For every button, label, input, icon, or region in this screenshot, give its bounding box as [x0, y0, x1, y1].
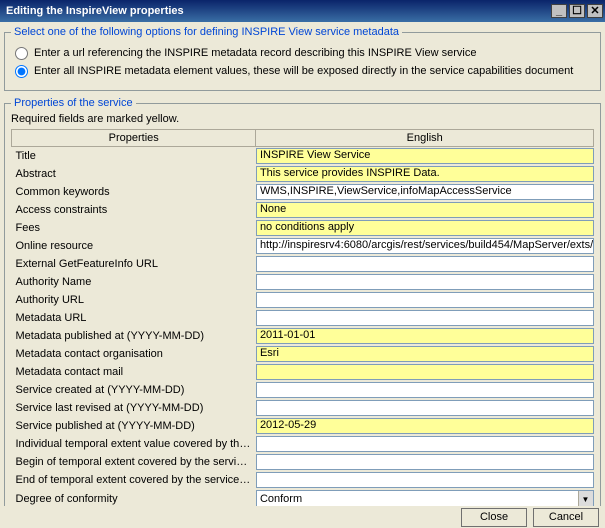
property-value[interactable]: http://inspiresrv4:6080/arcgis/rest/serv…	[256, 238, 594, 254]
property-label: Authority URL	[12, 291, 256, 309]
option-url-label: Enter a url referencing the INSPIRE meta…	[34, 47, 476, 59]
table-row: Online resourcehttp://inspiresrv4:6080/a…	[12, 237, 594, 255]
option-enter-all-radio[interactable]	[15, 65, 28, 78]
minimize-icon: _	[556, 6, 562, 17]
table-row: Metadata contact mail	[12, 363, 594, 381]
required-note: Required fields are marked yellow.	[11, 113, 594, 125]
property-value[interactable]: INSPIRE View Service	[256, 148, 594, 164]
property-value[interactable]	[256, 454, 594, 470]
property-label: Metadata published at (YYYY-MM-DD)	[12, 327, 256, 345]
table-row: End of temporal extent covered by the se…	[12, 471, 594, 489]
property-value[interactable]	[256, 256, 594, 272]
property-value[interactable]	[256, 472, 594, 488]
property-label: Service last revised at (YYYY-MM-DD)	[12, 399, 256, 417]
maximize-button[interactable]: ☐	[569, 4, 585, 18]
property-label: Degree of conformity	[12, 489, 256, 506]
properties-table: Properties English TitleINSPIRE View Ser…	[11, 129, 594, 506]
properties-group: Properties of the service Required field…	[4, 97, 601, 506]
table-row: Individual temporal extent value covered…	[12, 435, 594, 453]
property-value[interactable]	[256, 382, 594, 398]
property-label: Access constraints	[12, 201, 256, 219]
property-value[interactable]: 2011-01-01	[256, 328, 594, 344]
option-group: Select one of the following options for …	[4, 26, 601, 91]
window-title: Editing the InspireView properties	[2, 5, 549, 17]
property-label: Metadata contact organisation	[12, 345, 256, 363]
option-url-radio[interactable]	[15, 47, 28, 60]
property-value[interactable]: None	[256, 202, 594, 218]
minimize-button[interactable]: _	[551, 4, 567, 18]
properties-col1: Properties	[12, 130, 256, 147]
table-row: Authority URL	[12, 291, 594, 309]
table-row: Begin of temporal extent covered by the …	[12, 453, 594, 471]
table-row: AbstractThis service provides INSPIRE Da…	[12, 165, 594, 183]
property-label: Individual temporal extent value covered…	[12, 435, 256, 453]
table-row: Metadata contact organisationEsri	[12, 345, 594, 363]
close-window-button[interactable]: ✕	[587, 4, 603, 18]
option-enter-all-label: Enter all INSPIRE metadata element value…	[34, 65, 573, 77]
chevron-down-icon: ▼	[578, 491, 593, 506]
property-value[interactable]	[256, 364, 594, 380]
property-label: Common keywords	[12, 183, 256, 201]
property-label: External GetFeatureInfo URL	[12, 255, 256, 273]
dialog-footer: Close Cancel	[0, 506, 605, 528]
table-row: Authority Name	[12, 273, 594, 291]
property-label: End of temporal extent covered by the se…	[12, 471, 256, 489]
property-label: Abstract	[12, 165, 256, 183]
property-label: Metadata contact mail	[12, 363, 256, 381]
table-row: Common keywordsWMS,INSPIRE,ViewService,i…	[12, 183, 594, 201]
client-area: Select one of the following options for …	[0, 22, 605, 506]
property-value[interactable]	[256, 274, 594, 290]
property-value[interactable]: 2012-05-29	[256, 418, 594, 434]
property-label: Begin of temporal extent covered by the …	[12, 453, 256, 471]
table-row: Service last revised at (YYYY-MM-DD)	[12, 399, 594, 417]
property-label: Service created at (YYYY-MM-DD)	[12, 381, 256, 399]
conformity-select[interactable]: Conform▼	[256, 490, 594, 506]
table-row: Degree of conformityConform▼	[12, 489, 594, 506]
table-row: TitleINSPIRE View Service	[12, 147, 594, 166]
table-row: Service created at (YYYY-MM-DD)	[12, 381, 594, 399]
properties-col2: English	[256, 130, 594, 147]
property-label: Title	[12, 147, 256, 166]
property-value[interactable]	[256, 436, 594, 452]
property-label: Metadata URL	[12, 309, 256, 327]
property-label: Service published at (YYYY-MM-DD)	[12, 417, 256, 435]
table-row: Feesno conditions apply	[12, 219, 594, 237]
property-value[interactable]: WMS,INSPIRE,ViewService,infoMapAccessSer…	[256, 184, 594, 200]
property-label: Fees	[12, 219, 256, 237]
property-value[interactable]	[256, 292, 594, 308]
close-button[interactable]: Close	[461, 508, 527, 527]
option-url[interactable]: Enter a url referencing the INSPIRE meta…	[15, 46, 594, 60]
property-value[interactable]	[256, 310, 594, 326]
close-icon: ✕	[590, 6, 599, 17]
option-enter-all[interactable]: Enter all INSPIRE metadata element value…	[15, 64, 594, 78]
table-row: Metadata URL	[12, 309, 594, 327]
property-label: Online resource	[12, 237, 256, 255]
table-row: Metadata published at (YYYY-MM-DD)2011-0…	[12, 327, 594, 345]
cancel-button[interactable]: Cancel	[533, 508, 599, 527]
table-row: Service published at (YYYY-MM-DD)2012-05…	[12, 417, 594, 435]
table-row: External GetFeatureInfo URL	[12, 255, 594, 273]
property-value[interactable]: no conditions apply	[256, 220, 594, 236]
property-label: Authority Name	[12, 273, 256, 291]
property-value[interactable]	[256, 400, 594, 416]
title-bar: Editing the InspireView properties _ ☐ ✕	[0, 0, 605, 22]
option-group-legend: Select one of the following options for …	[11, 26, 402, 38]
property-value[interactable]: Esri	[256, 346, 594, 362]
property-value[interactable]: This service provides INSPIRE Data.	[256, 166, 594, 182]
maximize-icon: ☐	[572, 6, 582, 17]
properties-legend: Properties of the service	[11, 97, 136, 109]
table-row: Access constraintsNone	[12, 201, 594, 219]
